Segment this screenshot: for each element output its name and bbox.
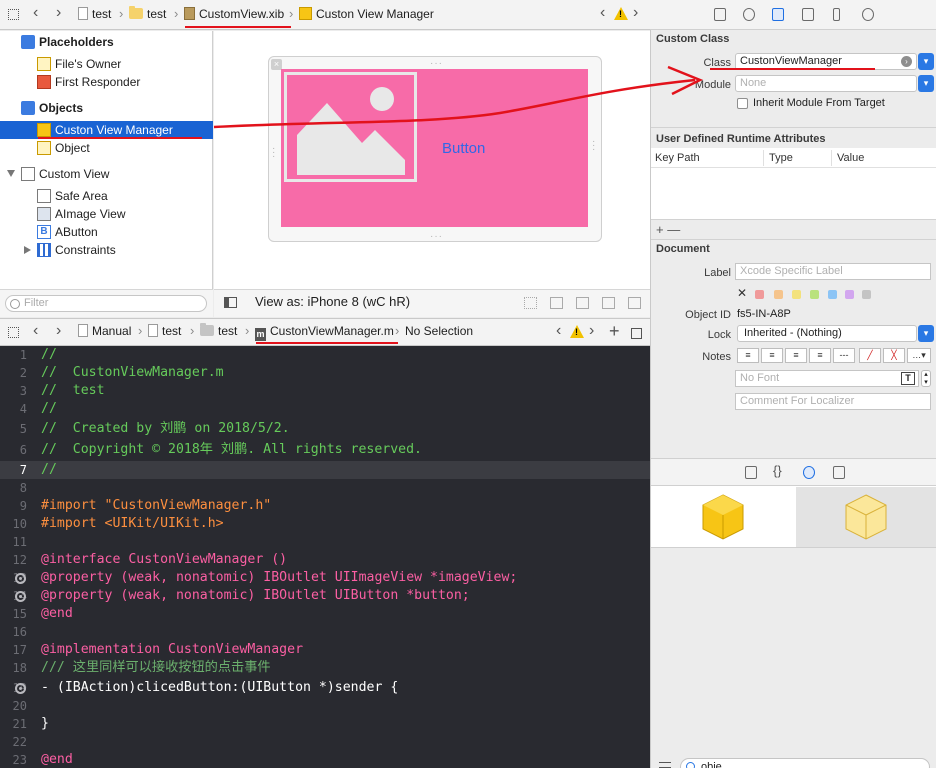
annotation-arrow (213, 65, 704, 129)
annotation-arrow-path (213, 78, 696, 129)
